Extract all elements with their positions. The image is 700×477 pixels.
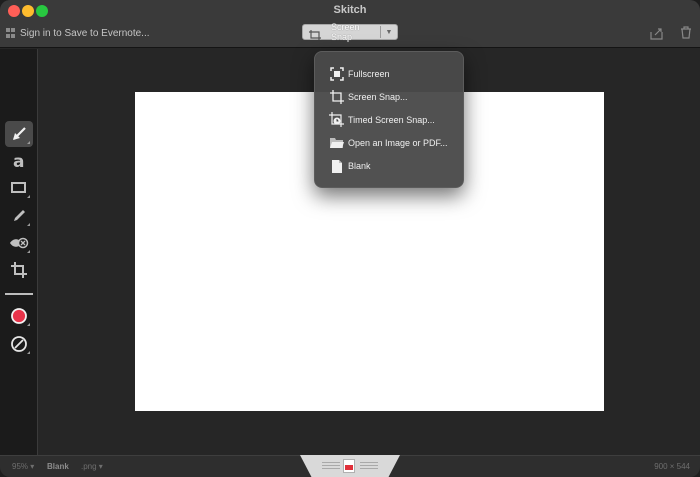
color-picker[interactable] [5,303,33,329]
grip-lines [360,462,378,471]
crop-icon [11,262,27,278]
text-tool[interactable]: a [5,148,33,174]
menu-item-screen-snap[interactable]: Screen Snap... [315,87,465,107]
capture-dropdown-menu: Fullscreen Screen Snap... Timed Screen S… [314,51,464,188]
submenu-indicator [27,250,30,253]
share-icon[interactable] [650,27,664,40]
trash-icon[interactable] [680,26,692,39]
rectangle-icon [11,182,26,193]
crop-tool[interactable] [5,257,33,283]
file-name[interactable]: Blank [47,462,69,471]
shape-tool[interactable] [5,175,33,201]
skitch-window: Skitch Sign in to Save to Evernote... Sc… [0,0,700,477]
pen-icon [14,210,25,221]
window-title: Skitch [333,4,367,16]
submenu-indicator [27,195,30,198]
drag-export-tab[interactable] [300,455,400,477]
grip-lines [322,462,340,471]
fullscreen-icon [329,66,345,82]
tool-divider [5,293,33,295]
submenu-indicator [27,141,30,144]
arrow-tool[interactable] [5,121,33,147]
folder-icon [329,135,345,151]
arrow-icon [13,127,26,140]
pixelate-icon [10,237,29,249]
screen-snap-label: Screen Snap [331,22,360,42]
screen-snap-button[interactable]: Screen Snap ▼ [302,22,398,42]
evernote-grid-icon [6,28,16,38]
screen-snap-icon [329,89,345,105]
file-format[interactable]: .png ▾ [81,462,103,471]
sign-in-link[interactable]: Sign in to Save to Evernote... [6,26,150,40]
menu-item-open-image[interactable]: Open an Image or PDF... [315,133,465,153]
stroke-size-picker[interactable] [5,331,33,357]
text-icon: a [13,152,24,170]
color-swatch-icon [11,308,27,324]
pixelate-tool[interactable] [5,230,33,256]
sign-in-label: Sign in to Save to Evernote... [20,27,150,39]
svg-text:a: a [13,152,24,170]
zoom-level[interactable]: 95% ▾ [12,462,34,471]
png-file-icon [343,459,355,473]
pen-tool[interactable] [5,203,33,229]
submenu-indicator [27,351,30,354]
tool-palette: a [0,49,38,455]
menu-item-blank[interactable]: Blank [315,156,465,176]
timer-icon [329,112,345,128]
menu-item-fullscreen[interactable]: Fullscreen [315,64,465,84]
stroke-size-icon [11,336,27,352]
menu-item-timed-screen-snap[interactable]: Timed Screen Snap... [315,110,465,130]
chevron-down-icon[interactable]: ▼ [381,29,397,36]
document-icon [329,158,345,174]
submenu-indicator [27,223,30,226]
title-bar: Skitch Sign in to Save to Evernote... Sc… [0,0,700,48]
screen-snap-icon [309,27,321,40]
submenu-indicator [27,323,30,326]
status-bar: 95% ▾ Blank .png ▾ 900 × 544 [0,455,700,477]
image-dimensions: 900 × 544 [654,462,690,471]
